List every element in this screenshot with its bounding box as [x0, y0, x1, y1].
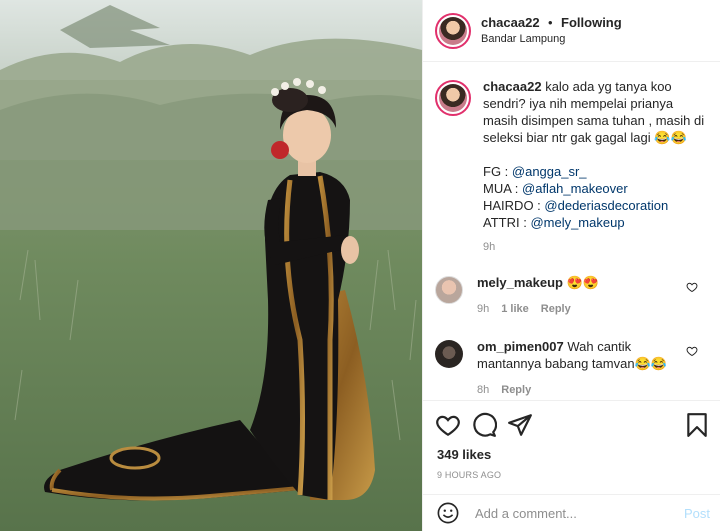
comment-input[interactable] [473, 504, 677, 522]
header-meta: chacaa22 • Following Bandar Lampung [481, 14, 622, 48]
heart-icon[interactable] [435, 412, 461, 438]
following-button[interactable]: Following [561, 15, 622, 30]
likes-count[interactable]: 349 likes [423, 441, 720, 462]
comment-time: 9h [477, 303, 490, 315]
post-sidebar: chacaa22 • Following Bandar Lampung chac… [422, 0, 720, 531]
credit-label: ATTRI : [483, 215, 531, 230]
comment-username[interactable]: mely_makeup [477, 275, 563, 290]
credit-line: FG : @angga_sr_ [483, 163, 708, 180]
comment-icon[interactable] [471, 412, 497, 438]
post-comment-button[interactable]: Post [684, 506, 710, 521]
mention-link[interactable]: @angga_sr_ [512, 164, 587, 179]
credit-line: ATTRI : @mely_makeup [483, 214, 708, 231]
action-icons [423, 401, 720, 441]
caption-text: chacaa22 kalo ada yg tanya koo sendri? i… [483, 78, 708, 256]
add-comment-bar: Post [423, 494, 720, 531]
credit-line: MUA : @aflah_makeover [483, 180, 708, 197]
commenter-avatar[interactable] [435, 340, 463, 368]
comment-body: mely_makeup 😍😍 9h 1 like Reply [477, 274, 677, 318]
like-comment-icon[interactable] [686, 345, 698, 357]
like-comment-icon[interactable] [686, 281, 698, 293]
comments-section[interactable]: chacaa22 kalo ada yg tanya koo sendri? i… [423, 62, 720, 400]
post-header: chacaa22 • Following Bandar Lampung [423, 0, 720, 62]
author-avatar[interactable] [435, 12, 471, 49]
mention-link[interactable]: @dederiasdecoration [544, 198, 668, 213]
comment-likes[interactable]: 1 like [501, 303, 529, 315]
location-link[interactable]: Bandar Lampung [481, 31, 622, 48]
author-username[interactable]: chacaa22 [481, 15, 540, 30]
caption-username[interactable]: chacaa22 [483, 79, 542, 94]
caption: chacaa22 kalo ada yg tanya koo sendri? i… [423, 62, 720, 256]
credit-label: HAIRDO : [483, 198, 545, 213]
action-bar: 349 likes 9 HOURS AGO [423, 400, 720, 495]
comment-body: om_pimen007 Wah cantik mantannya babang … [477, 338, 677, 399]
commenter-avatar[interactable] [435, 276, 463, 304]
credit-label: MUA : [483, 181, 523, 196]
comment-time: 8h [477, 384, 490, 396]
mention-link[interactable]: @aflah_makeover [522, 181, 628, 196]
caption-time: 9h [483, 241, 496, 253]
comment-item: mely_makeup 😍😍 9h 1 like Reply [423, 274, 720, 318]
comment-actions: 8h Reply [477, 382, 677, 399]
emoji-icon[interactable] [437, 502, 459, 524]
mention-link[interactable]: @mely_makeup [530, 215, 624, 230]
credit-line: HAIRDO : @dederiasdecoration [483, 197, 708, 214]
reply-button[interactable]: Reply [501, 384, 531, 396]
credit-label: FG : [483, 164, 512, 179]
comment-username[interactable]: om_pimen007 [477, 339, 564, 354]
post-photo[interactable] [0, 0, 422, 531]
reply-button[interactable]: Reply [541, 303, 571, 315]
comment-text: 😍😍 [566, 275, 599, 290]
post-dialog: chacaa22 • Following Bandar Lampung chac… [0, 0, 720, 531]
photo-image [0, 0, 422, 531]
post-timestamp[interactable]: 9 HOURS AGO [423, 462, 720, 480]
comment-item: om_pimen007 Wah cantik mantannya babang … [423, 338, 720, 399]
header-separator: • [548, 14, 553, 30]
share-icon[interactable] [507, 412, 533, 438]
comment-actions: 9h 1 like Reply [477, 301, 677, 318]
bookmark-icon[interactable] [684, 412, 710, 438]
caption-avatar[interactable] [435, 80, 471, 116]
